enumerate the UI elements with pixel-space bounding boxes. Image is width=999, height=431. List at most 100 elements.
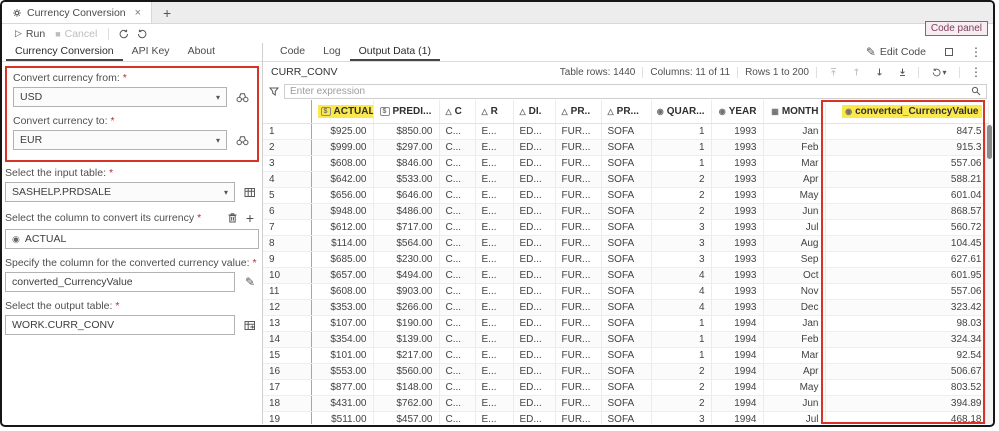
add-column-button[interactable]: + bbox=[241, 210, 259, 226]
data-cell[interactable]: $846.00 bbox=[373, 155, 439, 171]
data-cell[interactable]: $266.00 bbox=[373, 299, 439, 315]
converted-column-input[interactable] bbox=[5, 272, 235, 292]
data-cell[interactable]: $230.00 bbox=[373, 251, 439, 267]
data-cell[interactable]: 3 bbox=[651, 235, 711, 251]
row-number-cell[interactable]: 2 bbox=[263, 139, 311, 155]
data-cell[interactable]: $646.00 bbox=[373, 187, 439, 203]
data-cell[interactable]: Sep bbox=[763, 251, 825, 267]
data-cell[interactable]: 2 bbox=[651, 379, 711, 395]
data-cell[interactable]: C... bbox=[439, 347, 475, 363]
data-cell[interactable]: 601.95 bbox=[825, 267, 988, 283]
data-cell[interactable]: ED... bbox=[513, 267, 555, 283]
data-cell[interactable]: 1993 bbox=[711, 171, 763, 187]
data-cell[interactable]: 98.03 bbox=[825, 315, 988, 331]
tab-api-key[interactable]: API Key bbox=[123, 43, 179, 61]
data-cell[interactable]: 394.89 bbox=[825, 395, 988, 411]
data-cell[interactable]: 1 bbox=[651, 155, 711, 171]
data-cell[interactable]: FUR... bbox=[555, 235, 601, 251]
data-cell[interactable]: ED... bbox=[513, 219, 555, 235]
data-cell[interactable]: $107.00 bbox=[311, 315, 373, 331]
row-number-cell[interactable]: 6 bbox=[263, 203, 311, 219]
data-cell[interactable]: May bbox=[763, 379, 825, 395]
data-cell[interactable]: 1993 bbox=[711, 187, 763, 203]
refresh-table-button[interactable]: ▾ bbox=[926, 64, 952, 80]
tab-about[interactable]: About bbox=[179, 43, 224, 61]
data-cell[interactable]: ED... bbox=[513, 395, 555, 411]
row-number-cell[interactable]: 3 bbox=[263, 155, 311, 171]
data-cell[interactable]: SOFA bbox=[601, 171, 651, 187]
data-cell[interactable]: 3 bbox=[651, 251, 711, 267]
column-header-pr[interactable]: △PR... bbox=[601, 100, 651, 123]
reset-step-button[interactable] bbox=[115, 26, 133, 42]
data-cell[interactable]: $685.00 bbox=[311, 251, 373, 267]
column-header-predi[interactable]: $PREDI... bbox=[373, 100, 439, 123]
data-cell[interactable]: 601.04 bbox=[825, 187, 988, 203]
data-cell[interactable]: C... bbox=[439, 411, 475, 424]
row-number-cell[interactable]: 10 bbox=[263, 267, 311, 283]
data-cell[interactable]: $564.00 bbox=[373, 235, 439, 251]
input-table-select[interactable]: SASHELP.PRDSALE ▾ bbox=[5, 182, 235, 202]
data-cell[interactable]: $533.00 bbox=[373, 171, 439, 187]
data-cell[interactable]: $608.00 bbox=[311, 283, 373, 299]
table-more-options-button[interactable]: ⋮ bbox=[967, 64, 985, 80]
data-cell[interactable]: FUR... bbox=[555, 315, 601, 331]
data-cell[interactable]: 2 bbox=[651, 203, 711, 219]
data-cell[interactable]: E... bbox=[475, 347, 513, 363]
data-cell[interactable]: $656.00 bbox=[311, 187, 373, 203]
column-header-quar[interactable]: ◉QUAR... bbox=[651, 100, 711, 123]
data-cell[interactable]: 324.34 bbox=[825, 331, 988, 347]
data-cell[interactable]: Feb bbox=[763, 331, 825, 347]
convert-from-select[interactable]: USD ▾ bbox=[13, 87, 227, 107]
data-cell[interactable]: 1994 bbox=[711, 411, 763, 424]
data-cell[interactable]: ED... bbox=[513, 331, 555, 347]
data-cell[interactable]: E... bbox=[475, 219, 513, 235]
data-cell[interactable]: C... bbox=[439, 331, 475, 347]
data-cell[interactable]: Jul bbox=[763, 411, 825, 424]
data-cell[interactable]: Mar bbox=[763, 347, 825, 363]
data-cell[interactable]: E... bbox=[475, 395, 513, 411]
data-cell[interactable]: SOFA bbox=[601, 331, 651, 347]
row-number-cell[interactable]: 12 bbox=[263, 299, 311, 315]
data-cell[interactable]: ED... bbox=[513, 411, 555, 424]
data-cell[interactable]: C... bbox=[439, 219, 475, 235]
data-cell[interactable]: 506.67 bbox=[825, 363, 988, 379]
data-cell[interactable]: ED... bbox=[513, 251, 555, 267]
data-cell[interactable]: C... bbox=[439, 155, 475, 171]
data-cell[interactable]: ED... bbox=[513, 155, 555, 171]
run-button[interactable]: ▷ Run bbox=[10, 28, 50, 40]
data-cell[interactable]: SOFA bbox=[601, 139, 651, 155]
data-cell[interactable]: 4 bbox=[651, 283, 711, 299]
data-cell[interactable]: Feb bbox=[763, 139, 825, 155]
data-cell[interactable]: FUR... bbox=[555, 203, 601, 219]
data-cell[interactable]: 468.18 bbox=[825, 411, 988, 424]
data-cell[interactable]: $877.00 bbox=[311, 379, 373, 395]
data-cell[interactable]: C... bbox=[439, 123, 475, 139]
data-cell[interactable]: $511.00 bbox=[311, 411, 373, 424]
scrollbar-thumb[interactable] bbox=[987, 125, 992, 159]
data-cell[interactable]: $486.00 bbox=[373, 203, 439, 219]
panel-more-options-button[interactable]: ⋮ bbox=[967, 44, 985, 60]
data-cell[interactable]: 915.3 bbox=[825, 139, 988, 155]
data-cell[interactable]: Mar bbox=[763, 155, 825, 171]
data-cell[interactable]: SOFA bbox=[601, 187, 651, 203]
data-cell[interactable]: $297.00 bbox=[373, 139, 439, 155]
data-cell[interactable]: ED... bbox=[513, 123, 555, 139]
data-cell[interactable]: FUR... bbox=[555, 139, 601, 155]
data-cell[interactable]: SOFA bbox=[601, 379, 651, 395]
data-cell[interactable]: ED... bbox=[513, 379, 555, 395]
data-cell[interactable]: 1994 bbox=[711, 363, 763, 379]
data-cell[interactable]: 1994 bbox=[711, 315, 763, 331]
data-cell[interactable]: C... bbox=[439, 187, 475, 203]
data-cell[interactable]: E... bbox=[475, 315, 513, 331]
data-cell[interactable]: ED... bbox=[513, 283, 555, 299]
data-cell[interactable]: 104.45 bbox=[825, 235, 988, 251]
row-number-cell[interactable]: 11 bbox=[263, 283, 311, 299]
data-cell[interactable]: E... bbox=[475, 251, 513, 267]
data-cell[interactable]: $148.00 bbox=[373, 379, 439, 395]
data-cell[interactable]: 1 bbox=[651, 315, 711, 331]
row-number-cell[interactable]: 4 bbox=[263, 171, 311, 187]
data-cell[interactable]: C... bbox=[439, 251, 475, 267]
data-cell[interactable]: 1 bbox=[651, 139, 711, 155]
data-cell[interactable]: $494.00 bbox=[373, 267, 439, 283]
data-cell[interactable]: $642.00 bbox=[311, 171, 373, 187]
